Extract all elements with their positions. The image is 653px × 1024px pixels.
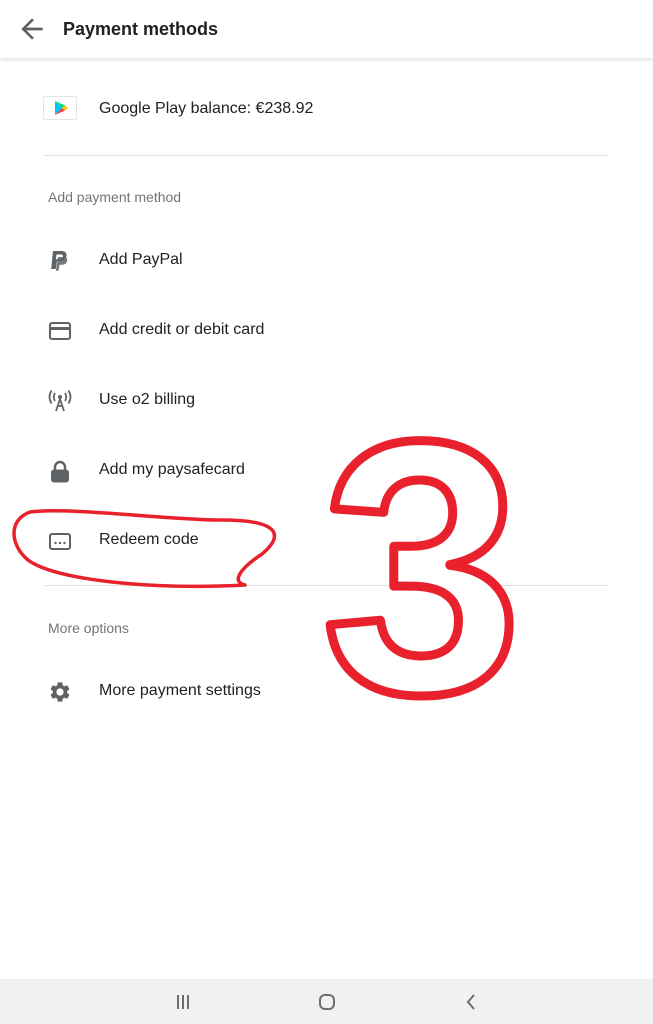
- add-card-item[interactable]: Add credit or debit card: [0, 303, 653, 359]
- home-icon: [319, 994, 335, 1010]
- section-header-add-payment: Add payment method: [48, 189, 182, 205]
- redeem-code-item[interactable]: Redeem code: [0, 513, 653, 569]
- carrier-billing-icon: [46, 389, 74, 413]
- section-header-more-options: More options: [48, 620, 129, 636]
- add-paypal-label: Add PayPal: [99, 251, 183, 268]
- o2-billing-label: Use o2 billing: [99, 391, 196, 408]
- add-paysafecard-item[interactable]: Add my paysafecard: [0, 443, 653, 499]
- step-annotation: 3: [12, 363, 527, 774]
- divider: [44, 585, 609, 586]
- gear-icon: [46, 680, 74, 704]
- recent-apps-button[interactable]: [168, 987, 198, 1017]
- paypal-icon: [46, 249, 74, 273]
- o2-billing-item[interactable]: Use o2 billing: [0, 373, 653, 429]
- back-button[interactable]: [16, 13, 48, 45]
- lock-icon: [46, 459, 74, 483]
- more-payment-settings-item[interactable]: More payment settings: [0, 664, 653, 720]
- google-play-icon: [43, 96, 77, 120]
- system-nav-bar: [0, 979, 653, 1024]
- add-paysafecard-label: Add my paysafecard: [99, 461, 245, 478]
- divider: [44, 155, 609, 156]
- credit-card-icon: [46, 319, 74, 343]
- add-paypal-item[interactable]: Add PayPal: [0, 233, 653, 289]
- chevron-left-icon: [466, 994, 475, 1010]
- back-nav-button[interactable]: [456, 987, 486, 1017]
- home-button[interactable]: [312, 987, 342, 1017]
- add-card-label: Add credit or debit card: [99, 321, 265, 338]
- recent-apps-icon: [177, 995, 189, 1009]
- redeem-code-label: Redeem code: [99, 531, 199, 548]
- redeem-icon: [46, 529, 74, 553]
- arrow-back-icon: [21, 18, 43, 40]
- balance-label: Google Play balance: €238.92: [99, 100, 314, 117]
- more-payment-settings-label: More payment settings: [99, 682, 261, 699]
- app-bar: Payment methods: [0, 0, 653, 58]
- page-title: Payment methods: [63, 19, 219, 39]
